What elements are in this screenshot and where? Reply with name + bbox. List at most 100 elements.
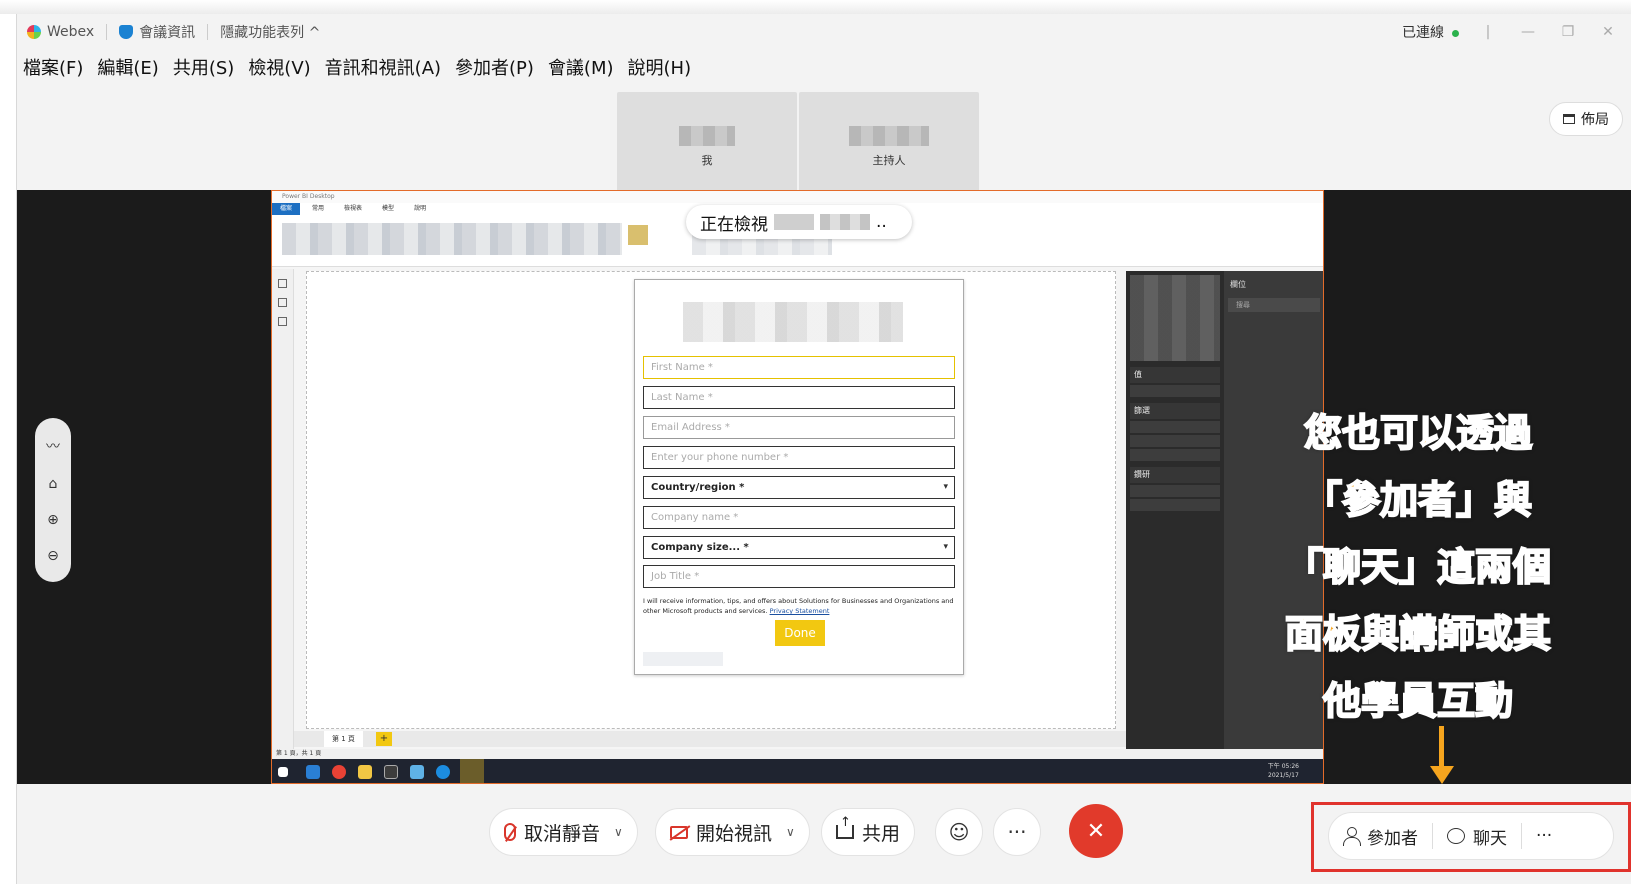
- menu-participants[interactable]: 參加者(P): [455, 54, 534, 84]
- chat-button[interactable]: 聊天: [1433, 813, 1521, 859]
- start-video-button[interactable]: 開始視訊 ∨: [655, 808, 810, 856]
- fields-search-input[interactable]: 搜尋: [1228, 298, 1320, 312]
- pbi-view-rail: [272, 269, 294, 749]
- pane-section-filters[interactable]: 篩選: [1130, 403, 1220, 419]
- app-name: Webex: [47, 24, 95, 40]
- menu-help[interactable]: 說明(H): [628, 54, 692, 84]
- app-icon[interactable]: [410, 765, 424, 779]
- page-tab-bar: 第 1 頁 +: [294, 731, 1126, 747]
- meeting-info-button[interactable]: 會議資訊: [119, 22, 195, 42]
- ribbon-blurred-area: [282, 223, 622, 255]
- menu-audio-video[interactable]: 音訊和視訊(A): [325, 54, 441, 84]
- annotation-line: 「參加者」與: [1303, 477, 1533, 523]
- share-button[interactable]: 共用: [821, 808, 916, 856]
- privacy-link[interactable]: Privacy Statement: [770, 607, 830, 615]
- pbi-tab-model[interactable]: 模型: [374, 203, 402, 215]
- annotation-line: 面板與講師或其: [1284, 611, 1552, 657]
- job-title-field[interactable]: Job Title *: [643, 565, 955, 588]
- report-view-icon[interactable]: [278, 279, 287, 288]
- blurred-avatar: [679, 126, 735, 146]
- windows-start-icon[interactable]: [278, 767, 288, 777]
- terminal-icon[interactable]: [384, 765, 398, 779]
- more-options-button[interactable]: ···: [993, 808, 1041, 856]
- more-panels-button[interactable]: ···: [1522, 813, 1566, 859]
- participant-name: 我: [701, 154, 713, 167]
- signup-form: First Name * Last Name * Email Address *…: [634, 279, 964, 675]
- clock-date: 2021/5/17: [1268, 772, 1299, 779]
- participant-tile-host[interactable]: 主持人: [799, 92, 979, 192]
- visualizations-pane: 值 篩選 鑽研: [1126, 271, 1224, 749]
- connection-label: 已連線: [1402, 25, 1444, 41]
- model-view-icon[interactable]: [278, 317, 287, 326]
- last-name-field[interactable]: Last Name *: [643, 386, 955, 409]
- hide-menu-button[interactable]: 隱藏功能表列 ^: [220, 22, 320, 42]
- chat-bubble-icon: [1447, 828, 1465, 844]
- restore-icon[interactable]: ❐: [1557, 24, 1579, 40]
- pane-row: [1130, 449, 1220, 461]
- leave-meeting-button[interactable]: ✕: [1069, 804, 1123, 858]
- pane-row: [1130, 421, 1220, 433]
- participants-label: 參加者: [1367, 828, 1418, 849]
- company-size-select[interactable]: Company size... *: [643, 536, 955, 559]
- viewing-suffix: ..: [876, 212, 887, 232]
- pane-row: [1130, 499, 1220, 511]
- add-page-icon[interactable]: +: [376, 732, 392, 746]
- participant-tile-self[interactable]: 我: [617, 92, 797, 192]
- tutorial-annotation: 您也可以透過 「參加者」與 「聊天」這兩個 面板與講師或其 他學員互動: [1253, 400, 1583, 735]
- close-icon: ✕: [1086, 818, 1106, 844]
- menu-view[interactable]: 檢視(V): [248, 54, 310, 84]
- camera-off-icon: [670, 825, 688, 839]
- pane-section-drill[interactable]: 鑽研: [1130, 467, 1220, 483]
- pbi-tab-view[interactable]: 檢視表: [336, 203, 370, 215]
- blurred-form-footer: [643, 652, 723, 666]
- phone-field[interactable]: Enter your phone number *: [643, 446, 955, 469]
- pbi-status-bar: 第 1 頁，共 1 頁: [272, 749, 1323, 759]
- layout-label: 佈局: [1581, 112, 1609, 128]
- country-select[interactable]: Country/region *: [643, 476, 955, 499]
- menu-share[interactable]: 共用(S): [173, 54, 234, 84]
- first-name-field[interactable]: First Name *: [643, 356, 955, 379]
- zoom-in-icon[interactable]: ⊕: [47, 512, 59, 528]
- email-field[interactable]: Email Address *: [643, 416, 955, 439]
- participant-name: 主持人: [872, 154, 906, 167]
- pane-row: [1130, 435, 1220, 447]
- annotation-line: 「聊天」這兩個: [1284, 544, 1552, 590]
- pbi-tab-file[interactable]: 檔案: [272, 203, 301, 215]
- chevron-down-icon[interactable]: ∨: [614, 825, 623, 839]
- data-view-icon[interactable]: [278, 298, 287, 307]
- remote-control-icon[interactable]: ⌂: [49, 476, 58, 492]
- unmute-button[interactable]: 取消靜音 ∨: [489, 808, 638, 856]
- participants-button[interactable]: 參加者: [1329, 813, 1432, 859]
- blurred-avatar: [849, 126, 929, 146]
- mic-off-icon: [504, 823, 516, 841]
- company-name-field[interactable]: Company name *: [643, 506, 955, 529]
- webex-window: Webex 會議資訊 隱藏功能表列 ^ 已連線 | — ❐ ✕ 檔案(F) 編輯…: [16, 14, 1631, 884]
- pbi-tab-help[interactable]: 說明: [406, 203, 434, 215]
- done-button[interactable]: Done: [775, 620, 825, 646]
- webex-logo-icon: [27, 25, 41, 39]
- chrome-icon[interactable]: [332, 765, 346, 779]
- menu-edit[interactable]: 編輯(E): [97, 54, 158, 84]
- connected-dot-icon: [1452, 30, 1459, 37]
- close-window-icon[interactable]: ✕: [1597, 24, 1619, 40]
- menu-file[interactable]: 檔案(F): [23, 54, 83, 84]
- blurred-visual-gallery: [1130, 275, 1220, 361]
- pane-section-values[interactable]: 值: [1130, 367, 1220, 383]
- pen-icon[interactable]: 〰: [46, 436, 60, 456]
- meeting-controls: 取消靜音 ∨ 開始視訊 ∨ 共用 ☺ ··· ✕ 參加者: [17, 784, 1631, 884]
- minimize-icon[interactable]: —: [1517, 24, 1539, 40]
- webex-taskbar-icon[interactable]: [436, 765, 450, 779]
- edge-icon[interactable]: [306, 765, 320, 779]
- pbi-tab-home[interactable]: 常用: [304, 203, 332, 215]
- reactions-button[interactable]: ☺: [935, 808, 983, 856]
- menu-meeting[interactable]: 會議(M): [548, 54, 614, 84]
- pbi-taskbar-icon[interactable]: [460, 759, 484, 783]
- layout-button[interactable]: 佈局: [1549, 102, 1623, 136]
- shared-screen[interactable]: Power BI Desktop 檔案 常用 檢視表 模型 說明 正在檢視 ..: [271, 190, 1324, 784]
- highlighted-panel-buttons: 參加者 聊天 ···: [1311, 802, 1631, 872]
- chevron-down-icon[interactable]: ∨: [786, 825, 795, 839]
- explorer-icon[interactable]: [358, 765, 372, 779]
- page-tab[interactable]: 第 1 頁: [324, 731, 363, 747]
- zoom-out-icon[interactable]: ⊖: [47, 548, 59, 564]
- taskbar-clock: 下午 05:26 2021/5/17: [1268, 762, 1299, 780]
